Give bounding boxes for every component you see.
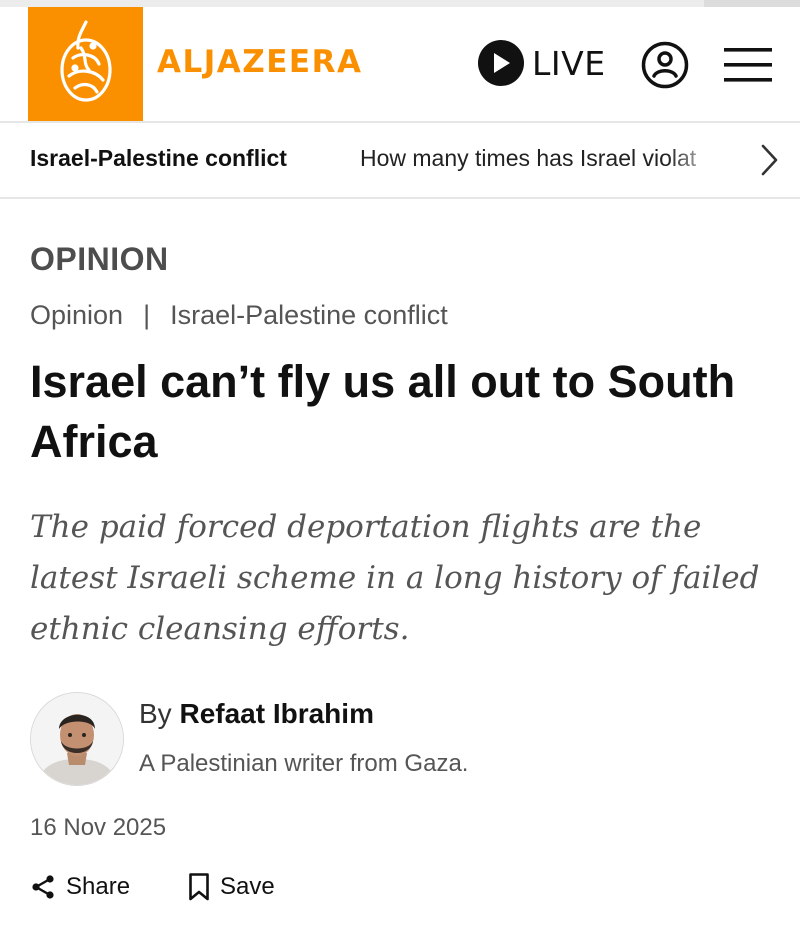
share-button[interactable]: Share [30, 872, 130, 902]
publish-date: 16 Nov 2025 [30, 814, 167, 841]
play-icon [478, 40, 524, 86]
status-strip-segment [704, 0, 800, 7]
live-button[interactable]: LIVE [478, 40, 606, 86]
author-portrait [31, 693, 123, 785]
author-bio: A Palestinian writer from Gaza. [139, 750, 469, 777]
account-icon[interactable] [641, 41, 689, 89]
chevron-right-icon[interactable] [756, 143, 782, 177]
aljazeera-logo-icon[interactable] [28, 7, 143, 121]
breadcrumb-item-opinion[interactable]: Opinion [30, 300, 123, 331]
topic-divider [0, 197, 800, 199]
section-label: OPINION [30, 241, 169, 277]
article-standfirst: The paid forced deportation flights are … [30, 509, 760, 647]
author-avatar[interactable] [30, 692, 124, 786]
article-headline: Israel can’t fly us all out to South Afr… [30, 356, 736, 467]
author-name-link[interactable]: Refaat Ibrahim [179, 698, 374, 729]
save-button[interactable]: Save [188, 872, 275, 902]
article-actions: Share Save [30, 872, 275, 902]
topic-link-primary[interactable]: Israel-Palestine conflict [30, 145, 287, 172]
breadcrumb-item-topic[interactable]: Israel-Palestine conflict [170, 300, 448, 331]
save-label: Save [220, 873, 275, 900]
breadcrumb: Opinion | Israel-Palestine conflict [30, 300, 448, 331]
calligraphy-emblem-icon [59, 20, 112, 102]
bookmark-icon [189, 873, 209, 901]
breadcrumb-separator: | [143, 300, 151, 330]
topic-link-secondary[interactable]: How many times has Israel violat [360, 145, 722, 172]
topic-bar: Israel-Palestine conflict How many times… [0, 123, 800, 197]
logo-wordmark[interactable]: ALJAZEERA [157, 44, 362, 80]
hamburger-menu-icon[interactable] [724, 46, 772, 84]
live-label: LIVE [532, 43, 606, 83]
byline: By Refaat Ibrahim [139, 698, 374, 730]
share-icon [32, 875, 54, 899]
share-label: Share [66, 873, 131, 900]
status-strip [0, 0, 800, 7]
byline-prefix: By [139, 698, 172, 729]
